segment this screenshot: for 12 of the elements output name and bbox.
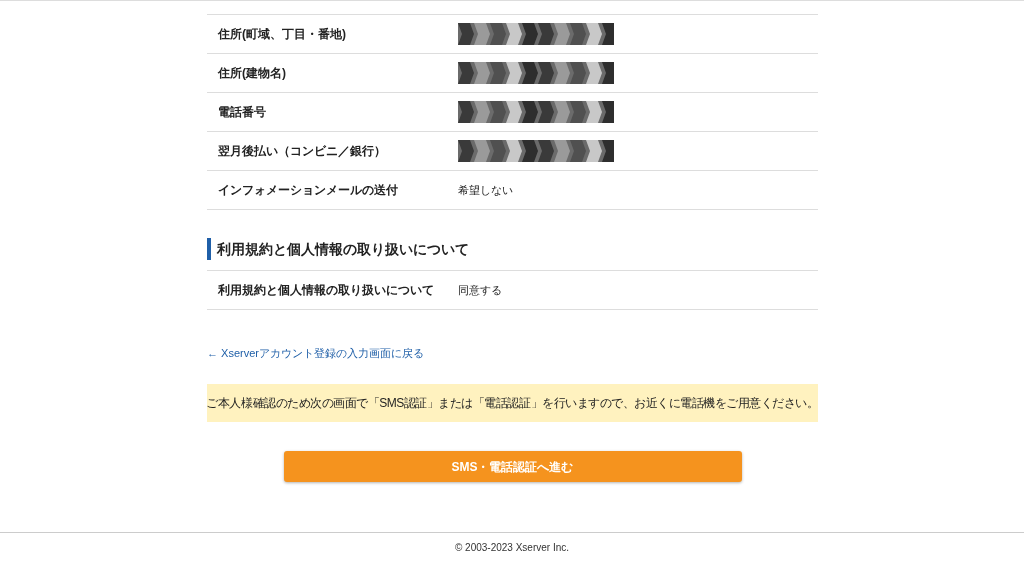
- field-value: 希望しない: [458, 182, 513, 198]
- copyright-text: © 2003-2023 Xserver Inc.: [454, 540, 570, 555]
- back-link[interactable]: ← Xserverアカウント登録の入力画面に戻る: [207, 347, 424, 359]
- section-heading: 利用規約と個人情報の取り扱いについて: [217, 239, 469, 259]
- field-label: 住所(建物名): [216, 65, 287, 82]
- field-label: インフォメーションメールの送付: [217, 182, 399, 199]
- field-value: 同意する: [458, 282, 502, 298]
- field-label: 住所(町域、丁目・番地): [216, 26, 347, 43]
- notice-banner: ご本人様確認のため次の画面で「SMS認証」または「電話認証」を行いますので、お近くに電話機をご用意ください。: [207, 384, 818, 422]
- field-label: 電話番号: [217, 104, 267, 121]
- field-label: 利用規約と個人情報の取り扱いについて: [217, 282, 435, 299]
- field-label: 翌月後払い（コンビニ／銀行）: [217, 143, 387, 160]
